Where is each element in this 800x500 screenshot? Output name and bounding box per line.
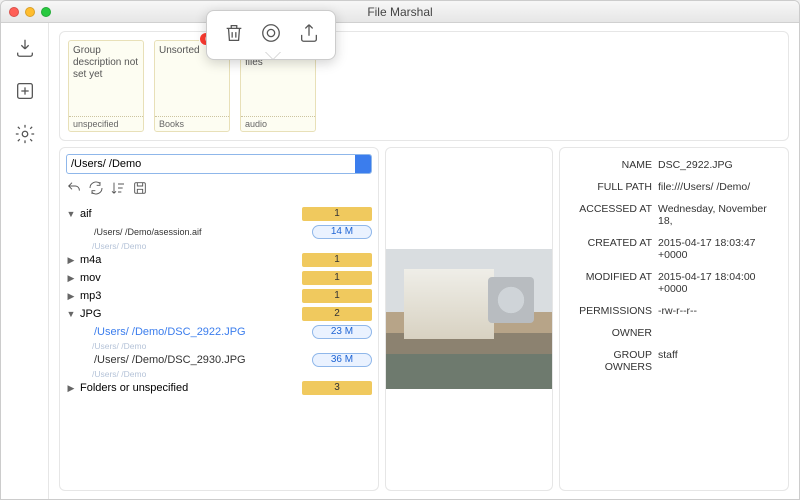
refresh-icon[interactable] — [88, 180, 104, 201]
content-area: Group description not set yet unspecifie… — [1, 23, 799, 499]
disclosure-right-icon[interactable]: ▶ — [66, 291, 76, 302]
disclosure-right-icon[interactable]: ▶ — [66, 255, 76, 266]
group-label[interactable]: Folders or unspecified — [80, 382, 298, 394]
image-preview — [386, 249, 552, 389]
share-icon[interactable] — [298, 22, 320, 49]
group-desc: Group description not set yet — [69, 41, 143, 116]
file-tree-panel: /Users/ /Demo ▼ aif 1 /Users/ /Demo/asessi… — [59, 147, 379, 491]
count-chip: 1 — [302, 271, 372, 285]
disclosure-right-icon[interactable]: ▶ — [66, 273, 76, 284]
group-tag: unspecified — [69, 116, 143, 131]
lower-row: /Users/ /Demo ▼ aif 1 /Users/ /Demo/asessi… — [59, 147, 789, 491]
count-chip: 2 — [302, 307, 372, 321]
info-value: 2015-04-17 18:04:00 +0000 — [658, 271, 780, 295]
info-panel: NAMEDSC_2922.JPG FULL PATHfile:///Users/… — [559, 147, 789, 491]
path-combobox[interactable]: /Users/ /Demo — [66, 154, 372, 174]
save-icon[interactable] — [132, 180, 148, 201]
info-label: GROUP OWNERS — [568, 349, 658, 373]
size-pill: 23 M — [312, 325, 372, 339]
info-label: NAME — [568, 159, 658, 171]
undo-icon[interactable] — [66, 180, 82, 201]
group-tag: Books — [155, 116, 229, 131]
group-label[interactable]: m4a — [80, 254, 298, 266]
group-label[interactable]: mp3 — [80, 290, 298, 302]
info-label: MODIFIED AT — [568, 271, 658, 295]
info-value: -rw-r--r-- — [658, 305, 780, 317]
info-label: ACCESSED AT — [568, 203, 658, 227]
gear-icon[interactable] — [14, 123, 36, 150]
tree-toolbar — [60, 180, 378, 205]
file-subpath: /Users/ /Demo — [66, 369, 372, 379]
sort-icon[interactable] — [110, 180, 126, 201]
action-popover — [206, 10, 336, 60]
file-path[interactable]: /Users/ /Demo/DSC_2922.JPG — [80, 326, 308, 338]
import-icon[interactable] — [14, 37, 36, 64]
file-tree[interactable]: ▼ aif 1 /Users/ /Demo/asession.aif 14 M /Us… — [60, 205, 378, 490]
info-value: DSC_2922.JPG — [658, 159, 780, 171]
info-label: OWNER — [568, 327, 658, 339]
titlebar: File Marshal — [1, 1, 799, 23]
path-text: /Users/ /Demo — [71, 158, 141, 170]
info-value: Wednesday, November 18, — [658, 203, 780, 227]
disclosure-right-icon[interactable]: ▶ — [66, 383, 76, 394]
info-label: CREATED AT — [568, 237, 658, 261]
group-tag: audio — [241, 116, 315, 131]
info-label: PERMISSIONS — [568, 305, 658, 317]
preview-panel — [385, 147, 553, 491]
sidebar — [1, 23, 49, 499]
trash-icon[interactable] — [223, 22, 245, 49]
size-pill: 36 M — [312, 353, 372, 367]
group-label[interactable]: aif — [80, 208, 298, 220]
file-path[interactable]: /Users/ /Demo/DSC_2930.JPG — [80, 354, 308, 366]
info-label: FULL PATH — [568, 181, 658, 193]
file-subpath: /Users/ /Demo — [66, 341, 372, 351]
count-chip: 1 — [302, 253, 372, 267]
count-chip: 1 — [302, 207, 372, 221]
group-label[interactable]: mov — [80, 272, 298, 284]
info-value: 2015-04-17 18:03:47 +0000 — [658, 237, 780, 261]
app-window: File Marshal Group description not set y… — [0, 0, 800, 500]
count-chip: 1 — [302, 289, 372, 303]
disclosure-down-icon[interactable]: ▼ — [66, 309, 76, 319]
info-value: staff — [658, 349, 780, 373]
group-label[interactable]: JPG — [80, 308, 298, 320]
group-card[interactable]: Group description not set yet unspecifie… — [68, 40, 144, 132]
file-path[interactable]: /Users/ /Demo/asession.aif — [80, 227, 308, 237]
count-chip: 3 — [302, 381, 372, 395]
add-icon[interactable] — [14, 80, 36, 107]
info-value — [658, 327, 780, 339]
file-subpath: /Users/ /Demo — [66, 241, 372, 251]
window-title: File Marshal — [1, 5, 799, 19]
disclosure-down-icon[interactable]: ▼ — [66, 209, 76, 219]
groups-row: Group description not set yet unspecifie… — [59, 31, 789, 141]
main-area: Group description not set yet unspecifie… — [49, 23, 799, 499]
record-icon[interactable] — [260, 22, 282, 49]
info-value: file:///Users/ /Demo/ — [658, 181, 780, 193]
size-pill: 14 M — [312, 225, 372, 239]
